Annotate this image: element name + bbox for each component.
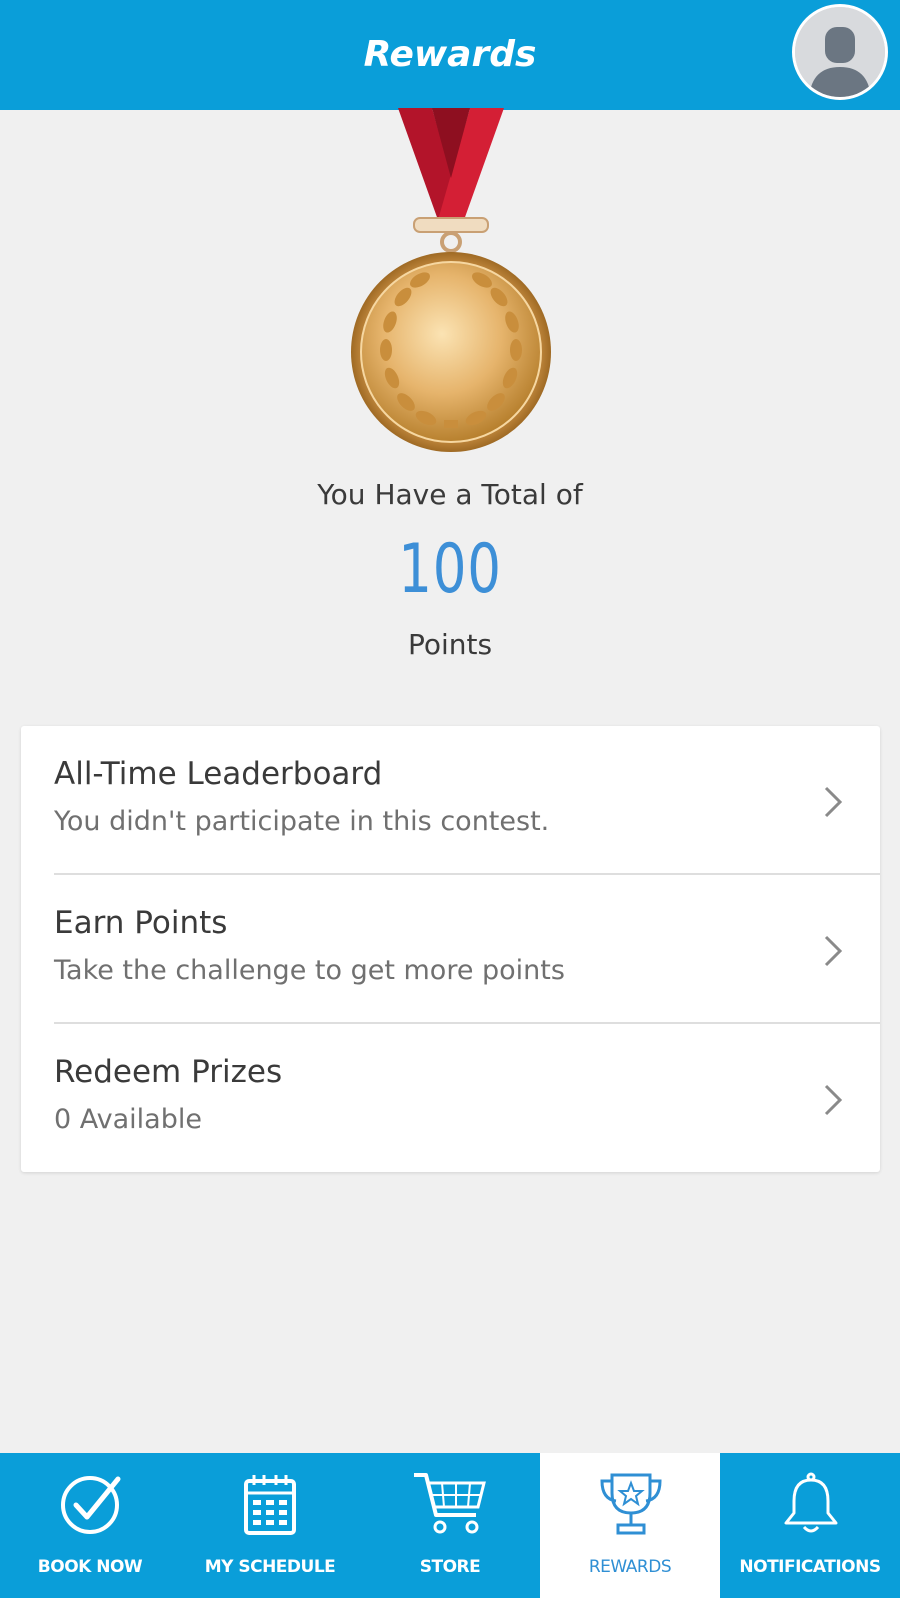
tab-my-schedule[interactable]: MY SCHEDULE — [180, 1453, 360, 1598]
points-unit-label: Points — [407, 628, 493, 661]
row-title: All-Time Leaderboard — [54, 756, 383, 792]
gold-medal-icon — [340, 108, 562, 464]
row-title: Earn Points — [54, 905, 228, 941]
total-points-label: You Have a Total of — [317, 478, 583, 511]
chevron-right-icon — [824, 786, 843, 818]
tab-book-now[interactable]: BOOK NOW — [0, 1453, 180, 1598]
row-subtitle: Take the challenge to get more points — [54, 955, 565, 986]
tab-label: STORE — [419, 1557, 481, 1577]
tab-label: BOOK NOW — [37, 1557, 143, 1577]
bottom-tab-bar: BOOK NOW MY SCHEDULE STORE REWARDS NOTIF… — [0, 1453, 900, 1598]
user-avatar-icon[interactable] — [792, 4, 888, 100]
tab-store[interactable]: STORE — [360, 1453, 540, 1598]
cart-icon — [414, 1473, 486, 1534]
calendar-icon — [244, 1475, 296, 1535]
chevron-right-icon — [824, 935, 843, 967]
check-circle-icon — [61, 1476, 121, 1534]
earn-points-row[interactable]: Earn Points Take the challenge to get mo… — [21, 875, 880, 1023]
tab-label: MY SCHEDULE — [204, 1557, 336, 1577]
trophy-icon — [600, 1473, 662, 1535]
redeem-prizes-row[interactable]: Redeem Prizes 0 Available — [21, 1024, 880, 1172]
row-subtitle: 0 Available — [54, 1104, 202, 1135]
chevron-right-icon — [824, 1084, 843, 1116]
app-header: Rewards — [0, 0, 900, 110]
tab-label: REWARDS — [588, 1557, 672, 1577]
tab-notifications[interactable]: NOTIFICATIONS — [720, 1453, 900, 1598]
tab-label: NOTIFICATIONS — [739, 1557, 881, 1577]
row-subtitle: You didn't participate in this contest. — [54, 806, 550, 837]
leaderboard-row[interactable]: All-Time Leaderboard You didn't particip… — [21, 726, 880, 874]
bell-icon — [784, 1472, 838, 1533]
row-title: Redeem Prizes — [54, 1054, 283, 1090]
points-value: 100 — [398, 530, 502, 609]
rewards-menu-card: All-Time Leaderboard You didn't particip… — [21, 726, 880, 1172]
page-title: Rewards — [363, 34, 537, 75]
tab-rewards[interactable]: REWARDS — [540, 1453, 720, 1598]
